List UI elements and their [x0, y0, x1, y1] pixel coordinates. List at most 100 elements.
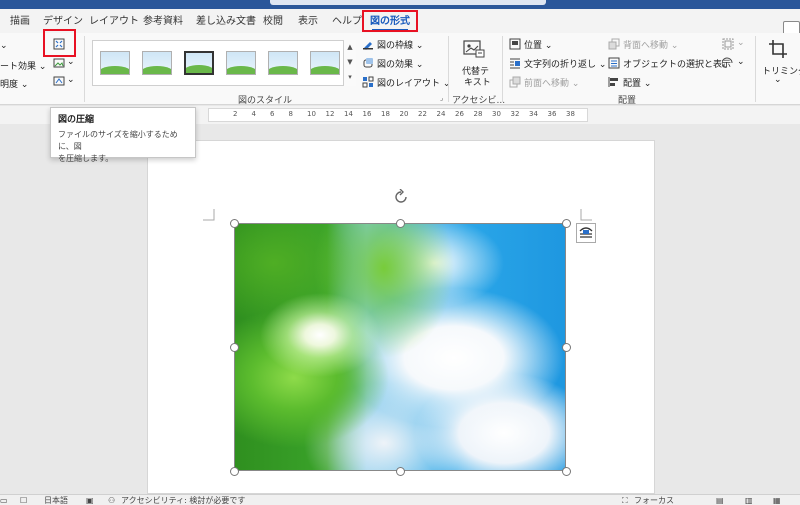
- tab-references[interactable]: 参考資料: [143, 13, 183, 31]
- gallery-more-icon[interactable]: ▾: [344, 70, 356, 85]
- ruler-number: 30: [492, 110, 501, 118]
- picture-border-icon[interactable]: [362, 38, 374, 50]
- page-count-icon[interactable]: ▭: [0, 495, 8, 505]
- margin-mark-right: [580, 209, 592, 221]
- word-window: 描画 デザイン レイアウト 参考資料 差し込み文書 校閲 表示 ヘルプ 図の形式…: [0, 0, 800, 505]
- picture-style-3[interactable]: [184, 51, 214, 75]
- picture-layout-icon[interactable]: [362, 76, 374, 88]
- resize-handle-top-left[interactable]: [230, 219, 239, 228]
- gallery-up-icon[interactable]: ▲: [344, 40, 356, 55]
- picture-layout-label: 図のレイアウト: [377, 79, 441, 89]
- resize-handle-left[interactable]: [230, 343, 239, 352]
- compress-tooltip: 図の圧縮 ファイルのサイズを縮小するために、図 を圧縮します。: [50, 107, 196, 163]
- artistic-effects-label: ート効果: [0, 62, 37, 72]
- ruler-number: 32: [510, 110, 520, 118]
- selection-pane-button[interactable]: オブジェクトの選択と表示: [623, 57, 731, 70]
- tab-view[interactable]: 表示: [298, 13, 318, 31]
- accessibility-icon[interactable]: ⚇: [108, 495, 115, 505]
- resize-handle-top[interactable]: [396, 219, 405, 228]
- resize-handle-bottom[interactable]: [396, 467, 405, 476]
- focus-mode-button[interactable]: フォーカス: [634, 495, 674, 505]
- read-mode-icon[interactable]: ▤: [716, 495, 724, 505]
- wrap-text-button[interactable]: 文字列の折り返し ⌄: [524, 57, 606, 70]
- tab-draw[interactable]: 描画: [10, 13, 30, 31]
- gallery-down-icon[interactable]: ▼: [344, 55, 356, 70]
- ruler-number: 36: [547, 110, 557, 118]
- picture-layout-button[interactable]: 図のレイアウト ⌄: [377, 76, 450, 89]
- picture-style-5[interactable]: [268, 51, 298, 75]
- picture-effects-button[interactable]: 図の効果 ⌄: [377, 57, 423, 70]
- selection-pane-icon[interactable]: [608, 57, 620, 69]
- tab-mailings[interactable]: 差し込み文書: [196, 13, 256, 31]
- tab-review[interactable]: 校閲: [263, 13, 283, 31]
- web-layout-icon[interactable]: ▦: [773, 495, 781, 505]
- ribbon-picture-format: ⌄ ート効果 ⌄ 明度 ⌄ ⌄ ⌄ ▲ ▼ ▾ 図の枠線 ⌄ 図の効果 ⌄ 図の…: [0, 33, 800, 106]
- change-picture-icon[interactable]: [53, 57, 65, 69]
- group-separator: [84, 36, 85, 102]
- adjust-corrections-dropdown[interactable]: ⌄: [0, 41, 8, 51]
- ruler-number: 2: [233, 110, 238, 118]
- resize-handle-right[interactable]: [562, 343, 571, 352]
- tooltip-body-line2: を圧縮します。: [58, 154, 114, 163]
- ruler-number: 28: [473, 110, 483, 118]
- accessibility-group-label: アクセシビ...: [452, 96, 506, 106]
- send-backward-icon: [608, 38, 620, 50]
- crop-icon[interactable]: [768, 39, 788, 59]
- picture-styles-group-label: 図のスタイル: [238, 96, 293, 106]
- position-button[interactable]: 位置 ⌄: [524, 38, 552, 51]
- picture-style-4[interactable]: [226, 51, 256, 75]
- resize-handle-bottom-right[interactable]: [562, 467, 571, 476]
- ruler-number: 20: [399, 110, 409, 118]
- language-indicator[interactable]: 日本語: [44, 495, 68, 505]
- resize-handle-bottom-left[interactable]: [230, 467, 239, 476]
- tab-help[interactable]: ヘルプ: [332, 13, 362, 31]
- accessibility-status[interactable]: アクセシビリティ: 検討が必要です: [121, 495, 245, 505]
- print-layout-icon[interactable]: ▥: [745, 495, 753, 505]
- position-icon[interactable]: [509, 38, 521, 50]
- align-button[interactable]: 配置 ⌄: [623, 76, 651, 89]
- ruler-number: 4: [251, 110, 256, 118]
- ruler-number: 12: [325, 110, 335, 118]
- ruler-number: 8: [288, 110, 293, 118]
- ruler-number: 38: [566, 110, 575, 118]
- alt-text-icon[interactable]: [463, 39, 485, 59]
- ruler-number: 14: [344, 110, 353, 118]
- picture-style-6[interactable]: [310, 51, 340, 75]
- rotate-handle-icon[interactable]: [393, 189, 409, 205]
- group-separator: [502, 36, 503, 102]
- crop-chevron-icon[interactable]: ⌄: [774, 75, 782, 85]
- selection-frame: [234, 223, 566, 471]
- picture-styles-gallery: [92, 40, 356, 86]
- picture-effects-icon[interactable]: [362, 57, 374, 69]
- reset-picture-chevron-icon[interactable]: ⌄: [67, 75, 75, 85]
- rotate-objects-icon[interactable]: [722, 57, 734, 69]
- ruler-number: 22: [418, 110, 427, 118]
- text-predictions-icon[interactable]: ▣: [86, 495, 94, 505]
- align-icon[interactable]: [608, 76, 620, 88]
- position-label: 位置: [524, 41, 543, 51]
- proofing-icon[interactable]: ☐: [20, 495, 27, 505]
- picture-style-2[interactable]: [142, 51, 172, 75]
- picture-border-label: 図の枠線: [377, 41, 414, 51]
- change-picture-chevron-icon[interactable]: ⌄: [67, 57, 75, 67]
- rotate-objects-chevron-icon[interactable]: ⌄: [737, 57, 745, 67]
- picture-styles-launcher-icon[interactable]: ⌟: [440, 94, 443, 102]
- compress-highlight-box: [43, 29, 76, 57]
- picture-style-1[interactable]: [100, 51, 130, 75]
- transparency-button[interactable]: 明度 ⌄: [0, 77, 28, 90]
- group-separator: [755, 36, 756, 102]
- artistic-effects-button[interactable]: ート効果 ⌄: [0, 59, 46, 72]
- search-box[interactable]: [270, 0, 546, 5]
- tab-layout[interactable]: レイアウト: [89, 13, 139, 31]
- horizontal-ruler[interactable]: 2 4 6 8 10 12 14 16 18 20 22 24 26 28 30 32 34 36 38: [208, 108, 588, 122]
- alt-text-label-2: キスト: [464, 78, 491, 88]
- title-bar: [0, 0, 800, 9]
- focus-icon[interactable]: ⛶: [622, 495, 628, 505]
- layout-options-button[interactable]: [576, 223, 596, 243]
- reset-picture-icon[interactable]: [53, 75, 65, 87]
- ruler-number: 18: [381, 110, 390, 118]
- resize-handle-top-right[interactable]: [562, 219, 571, 228]
- tooltip-body-line1: ファイルのサイズを縮小するために、図: [58, 130, 178, 151]
- picture-border-button[interactable]: 図の枠線 ⌄: [377, 38, 423, 51]
- wrap-text-icon[interactable]: [509, 57, 521, 69]
